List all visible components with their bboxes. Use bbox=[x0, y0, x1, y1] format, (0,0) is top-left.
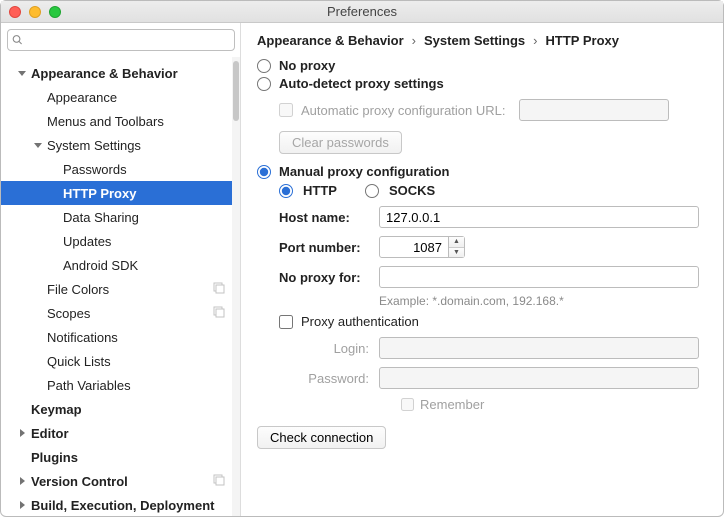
no-proxy-radio[interactable] bbox=[257, 59, 271, 73]
clear-passwords-button[interactable]: Clear passwords bbox=[279, 131, 402, 154]
tree-item[interactable]: HTTP Proxy bbox=[1, 181, 240, 205]
content-pane: Appearance & Behavior › System Settings … bbox=[241, 23, 723, 516]
tree-item-label: System Settings bbox=[47, 138, 141, 153]
tree-item-label: Updates bbox=[63, 234, 111, 249]
chevron-down-icon[interactable] bbox=[15, 66, 29, 80]
breadcrumb-c: HTTP Proxy bbox=[546, 33, 619, 48]
breadcrumb: Appearance & Behavior › System Settings … bbox=[257, 33, 711, 48]
tree-item[interactable]: Keymap bbox=[1, 397, 240, 421]
tree-item[interactable]: File Colors bbox=[1, 277, 240, 301]
port-stepper[interactable]: ▲ ▼ bbox=[379, 236, 465, 258]
tree-item[interactable]: Plugins bbox=[1, 445, 240, 469]
manual-proxy-radio[interactable] bbox=[257, 165, 271, 179]
zoom-window-button[interactable] bbox=[49, 6, 61, 18]
tree-item[interactable]: Appearance bbox=[1, 85, 240, 109]
tree-item[interactable]: Android SDK bbox=[1, 253, 240, 277]
tree-item-label: Android SDK bbox=[63, 258, 138, 273]
tree-item-label: File Colors bbox=[47, 282, 109, 297]
tree-item-label: Build, Execution, Deployment bbox=[31, 498, 214, 513]
socks-label: SOCKS bbox=[389, 183, 435, 198]
tree-item-label: Scopes bbox=[47, 306, 90, 321]
tree-item-label: Appearance bbox=[47, 90, 117, 105]
tree-item-label: Passwords bbox=[63, 162, 127, 177]
http-radio[interactable] bbox=[279, 184, 293, 198]
chevron-right-icon: › bbox=[533, 33, 537, 48]
tree-item[interactable]: Menus and Toolbars bbox=[1, 109, 240, 133]
password-input bbox=[379, 367, 699, 389]
tree-item[interactable]: Build, Execution, Deployment bbox=[1, 493, 240, 516]
stepper-up-button[interactable]: ▲ bbox=[449, 237, 464, 248]
tree-item-label: Path Variables bbox=[47, 378, 131, 393]
close-window-button[interactable] bbox=[9, 6, 21, 18]
auto-detect-radio[interactable] bbox=[257, 77, 271, 91]
http-label: HTTP bbox=[303, 183, 337, 198]
auto-detect-label: Auto-detect proxy settings bbox=[279, 76, 444, 91]
noproxyfor-label: No proxy for: bbox=[279, 270, 379, 285]
scrollbar-thumb[interactable] bbox=[233, 61, 239, 121]
login-label: Login: bbox=[301, 341, 379, 356]
socks-radio[interactable] bbox=[365, 184, 379, 198]
chevron-right-icon: › bbox=[412, 33, 416, 48]
tree-item[interactable]: Data Sharing bbox=[1, 205, 240, 229]
remember-checkbox bbox=[401, 398, 414, 411]
titlebar: Preferences bbox=[1, 1, 723, 23]
port-input[interactable] bbox=[379, 236, 449, 258]
scrollbar-track[interactable] bbox=[232, 57, 240, 516]
tree-item[interactable]: Appearance & Behavior bbox=[1, 61, 240, 85]
chevron-down-icon[interactable] bbox=[31, 138, 45, 152]
tree-item-label: Version Control bbox=[31, 474, 128, 489]
project-scope-icon bbox=[212, 473, 226, 487]
chevron-right-icon[interactable] bbox=[15, 426, 29, 440]
search-icon bbox=[12, 34, 23, 46]
remember-label: Remember bbox=[420, 397, 484, 412]
tree-item[interactable]: Passwords bbox=[1, 157, 240, 181]
tree-item-label: Plugins bbox=[31, 450, 78, 465]
breadcrumb-a: Appearance & Behavior bbox=[257, 33, 404, 48]
tree-item[interactable]: Notifications bbox=[1, 325, 240, 349]
project-scope-icon bbox=[212, 281, 226, 295]
breadcrumb-b: System Settings bbox=[424, 33, 525, 48]
window-controls bbox=[9, 6, 61, 18]
tree-item-label: HTTP Proxy bbox=[63, 186, 136, 201]
tree-item[interactable]: Updates bbox=[1, 229, 240, 253]
tree-item[interactable]: System Settings bbox=[1, 133, 240, 157]
settings-tree: Appearance & Behavior Appearance Menus and… bbox=[1, 57, 240, 516]
tree-item[interactable]: Editor bbox=[1, 421, 240, 445]
check-connection-button[interactable]: Check connection bbox=[257, 426, 386, 449]
login-input bbox=[379, 337, 699, 359]
tree-item-label: Appearance & Behavior bbox=[31, 66, 178, 81]
project-scope-icon bbox=[212, 305, 226, 319]
password-label: Password: bbox=[301, 371, 379, 386]
port-label: Port number: bbox=[279, 240, 379, 255]
tree-item-label: Notifications bbox=[47, 330, 118, 345]
tree-item[interactable]: Version Control bbox=[1, 469, 240, 493]
tree-item-label: Keymap bbox=[31, 402, 82, 417]
tree-item-label: Editor bbox=[31, 426, 69, 441]
noproxyfor-input[interactable] bbox=[379, 266, 699, 288]
tree-item-label: Quick Lists bbox=[47, 354, 111, 369]
noproxyfor-hint: Example: *.domain.com, 192.168.* bbox=[379, 294, 711, 308]
auto-url-checkbox bbox=[279, 103, 293, 117]
stepper-down-button[interactable]: ▼ bbox=[449, 248, 464, 258]
proxy-auth-label: Proxy authentication bbox=[301, 314, 419, 329]
search-input[interactable] bbox=[27, 33, 230, 47]
minimize-window-button[interactable] bbox=[29, 6, 41, 18]
manual-proxy-label: Manual proxy configuration bbox=[279, 164, 449, 179]
no-proxy-label: No proxy bbox=[279, 58, 335, 73]
chevron-right-icon[interactable] bbox=[15, 474, 29, 488]
tree-item-label: Data Sharing bbox=[63, 210, 139, 225]
chevron-right-icon[interactable] bbox=[15, 498, 29, 512]
tree-item[interactable]: Path Variables bbox=[1, 373, 240, 397]
tree-item[interactable]: Scopes bbox=[1, 301, 240, 325]
tree-item[interactable]: Quick Lists bbox=[1, 349, 240, 373]
auto-url-input bbox=[519, 99, 669, 121]
sidebar: Appearance & Behavior Appearance Menus and… bbox=[1, 23, 241, 516]
window-title: Preferences bbox=[1, 4, 723, 19]
proxy-auth-checkbox[interactable] bbox=[279, 315, 293, 329]
tree-item-label: Menus and Toolbars bbox=[47, 114, 164, 129]
host-label: Host name: bbox=[279, 210, 379, 225]
auto-url-label: Automatic proxy configuration URL: bbox=[301, 103, 505, 118]
search-field[interactable] bbox=[7, 29, 235, 51]
host-input[interactable] bbox=[379, 206, 699, 228]
